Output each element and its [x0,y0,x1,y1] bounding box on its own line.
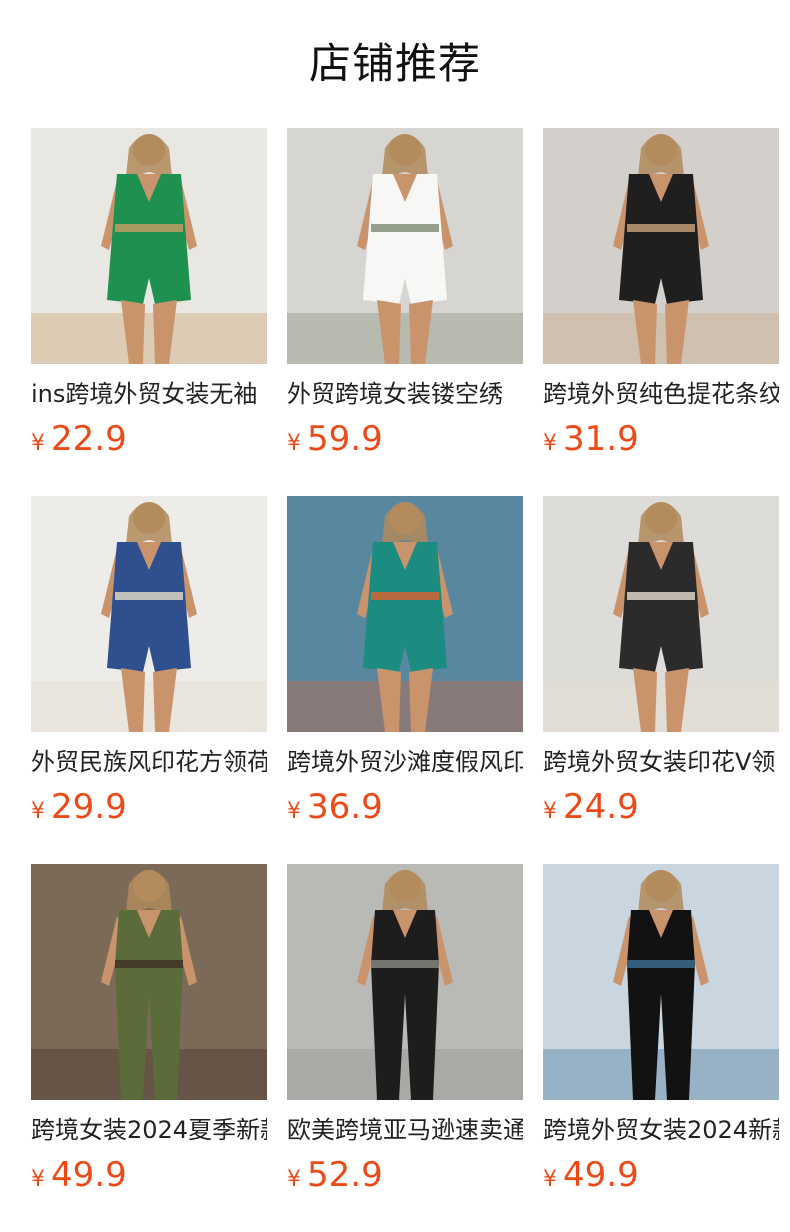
product-image[interactable] [31,496,267,732]
currency-symbol: ¥ [543,1167,557,1192]
currency-symbol: ¥ [543,799,557,824]
product-card[interactable]: 跨境女装2024夏季新款 ¥49.9 [31,864,267,1232]
product-image[interactable] [287,864,523,1100]
price-value: 59.9 [307,419,383,459]
product-name[interactable]: 外贸民族风印花方领荷 [31,746,267,778]
product-price: ¥52.9 [287,1155,523,1195]
currency-symbol: ¥ [31,431,45,456]
product-price: ¥24.9 [543,787,779,827]
product-name[interactable]: 跨境外贸女装印花V领 [543,746,779,778]
product-photo-illustration [543,128,779,364]
product-image[interactable] [31,864,267,1100]
product-name[interactable]: 跨境女装2024夏季新款 [31,1114,267,1146]
price-value: 52.9 [307,1155,383,1195]
product-image[interactable] [543,864,779,1100]
product-card[interactable]: 外贸民族风印花方领荷 ¥29.9 [31,496,267,864]
product-name[interactable]: 跨境外贸沙滩度假风印 [287,746,523,778]
product-card[interactable]: 跨境外贸女装2024新款 ¥49.9 [543,864,779,1232]
product-image[interactable] [287,496,523,732]
currency-symbol: ¥ [543,431,557,456]
product-price: ¥49.9 [31,1155,267,1195]
product-image[interactable] [543,128,779,364]
product-price: ¥31.9 [543,419,779,459]
product-name[interactable]: ins跨境外贸女装无袖 [31,378,267,410]
product-card[interactable]: 外贸跨境女装镂空绣 ¥59.9 [287,128,523,496]
product-price: ¥29.9 [31,787,267,827]
product-photo-illustration [287,496,523,732]
price-value: 49.9 [51,1155,127,1195]
product-price: ¥49.9 [543,1155,779,1195]
product-card[interactable]: 欧美跨境亚马逊速卖通 ¥52.9 [287,864,523,1232]
product-grid: ins跨境外贸女装无袖 ¥22.9 外贸跨境女装镂空绣 ¥59.9 跨境外贸纯色提花条纹… [31,128,779,1232]
product-name[interactable]: 跨境外贸女装2024新款 [543,1114,779,1146]
currency-symbol: ¥ [287,799,301,824]
product-image[interactable] [287,128,523,364]
product-image[interactable] [543,496,779,732]
price-value: 36.9 [307,787,383,827]
currency-symbol: ¥ [287,431,301,456]
product-photo-illustration [543,864,779,1100]
currency-symbol: ¥ [31,799,45,824]
price-value: 22.9 [51,419,127,459]
product-price: ¥36.9 [287,787,523,827]
product-photo-illustration [31,128,267,364]
product-name[interactable]: 跨境外贸纯色提花条纹 [543,378,779,410]
shop-recommendations-page: 店铺推荐 ins跨境外贸女装无袖 ¥22.9 外贸跨境女装镂空绣 ¥59.9 跨境外贸纯… [0,0,790,1232]
product-price: ¥22.9 [31,419,267,459]
product-card[interactable]: 跨境外贸女装印花V领 ¥24.9 [543,496,779,864]
product-card[interactable]: ins跨境外贸女装无袖 ¥22.9 [31,128,267,496]
product-photo-illustration [543,496,779,732]
product-photo-illustration [31,864,267,1100]
price-value: 31.9 [563,419,639,459]
product-name[interactable]: 欧美跨境亚马逊速卖通 [287,1114,523,1146]
price-value: 24.9 [563,787,639,827]
product-image[interactable] [31,128,267,364]
product-photo-illustration [287,128,523,364]
product-photo-illustration [31,496,267,732]
product-photo-illustration [287,864,523,1100]
product-card[interactable]: 跨境外贸纯色提花条纹 ¥31.9 [543,128,779,496]
product-card[interactable]: 跨境外贸沙滩度假风印 ¥36.9 [287,496,523,864]
price-value: 29.9 [51,787,127,827]
section-title: 店铺推荐 [308,39,481,88]
currency-symbol: ¥ [287,1167,301,1192]
price-value: 49.9 [563,1155,639,1195]
product-price: ¥59.9 [287,419,523,459]
currency-symbol: ¥ [31,1167,45,1192]
product-name[interactable]: 外贸跨境女装镂空绣 [287,378,523,410]
